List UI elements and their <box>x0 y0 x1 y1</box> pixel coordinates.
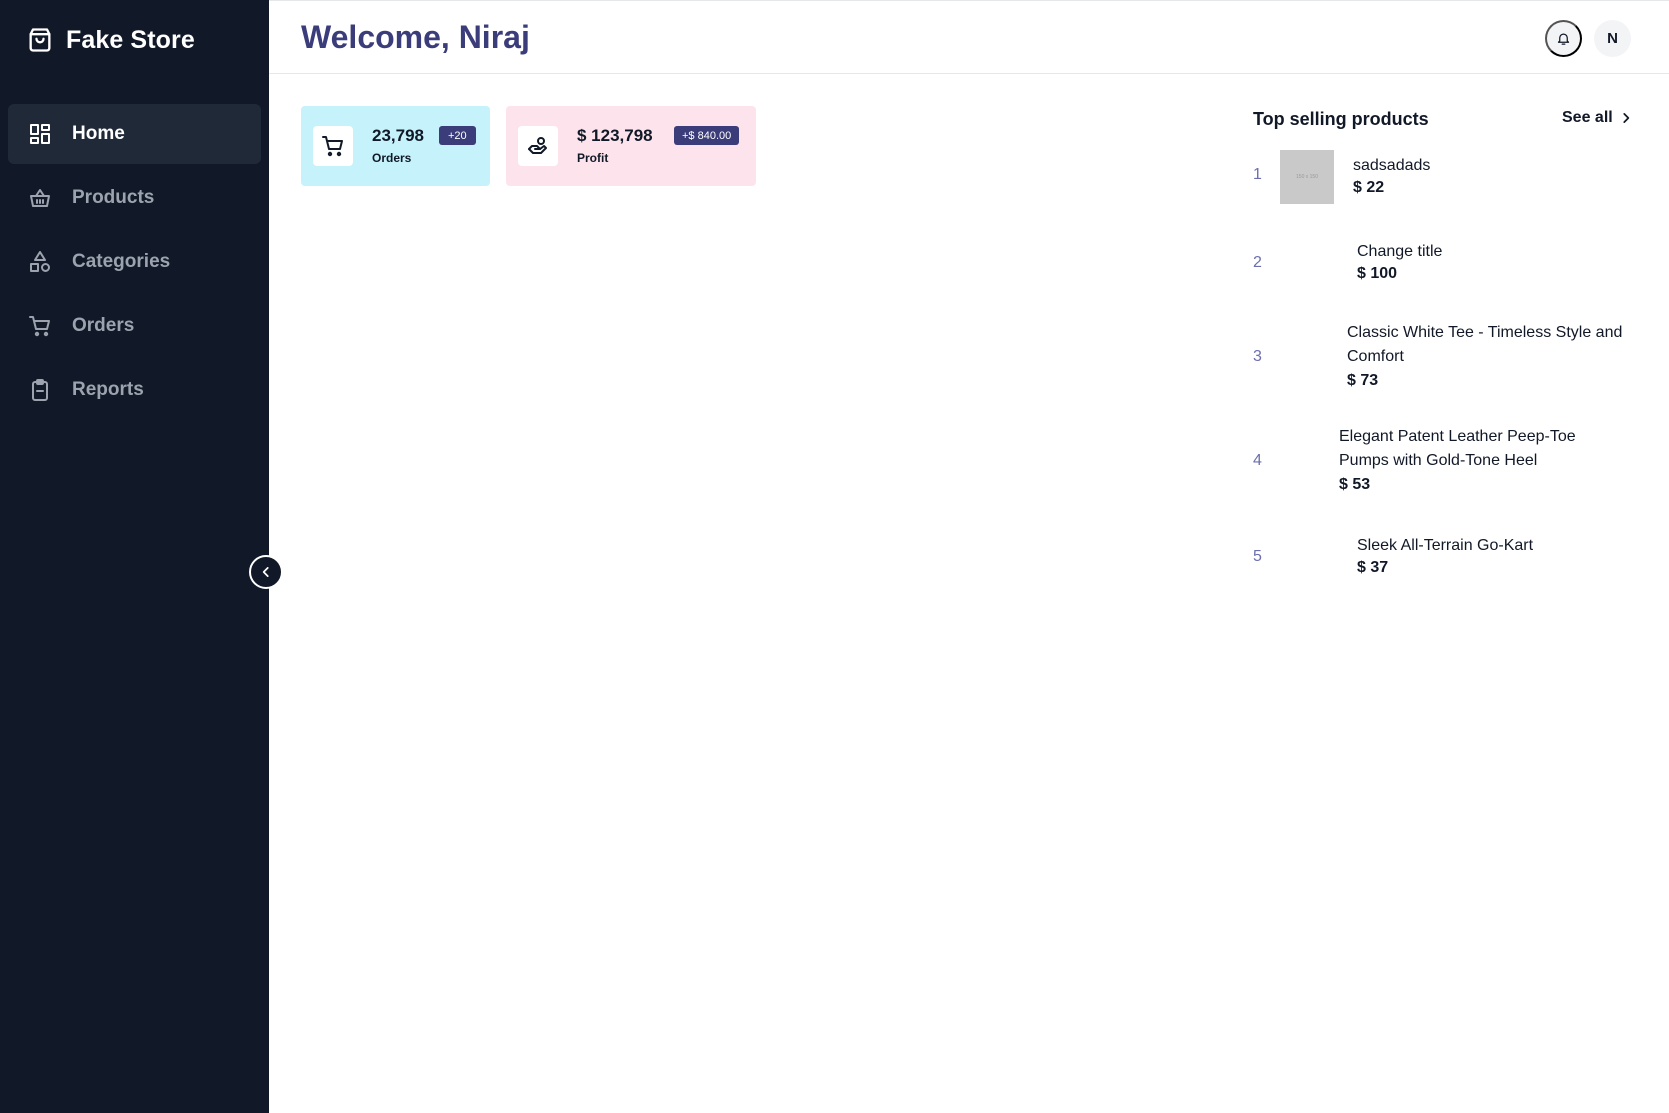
grid-icon <box>30 124 50 144</box>
cart-icon <box>322 136 343 157</box>
product-name: Classic White Tee - Timeless Style and C… <box>1347 324 1623 365</box>
chevron-left-icon <box>262 567 269 577</box>
orders-badge: +20 <box>439 126 476 145</box>
orders-label: Orders <box>372 151 412 165</box>
product-rank: 3 <box>1253 348 1262 365</box>
welcome-text: Welcome, <box>301 19 450 55</box>
list-item[interactable]: 2 Change title $ 100 <box>1253 238 1633 288</box>
top-selling-title: Top selling products <box>1253 109 1429 129</box>
profit-label: Profit <box>577 151 609 165</box>
sidebar-item-categories[interactable]: Categories <box>8 232 261 292</box>
product-rank: 5 <box>1253 548 1262 565</box>
product-name: sadsadads <box>1353 157 1431 174</box>
sidebar-item-label: Reports <box>72 379 144 400</box>
list-item[interactable]: 1 150 x 150 sadsadads $ 22 <box>1253 150 1633 204</box>
product-price: $ 73 <box>1347 372 1379 389</box>
profit-value: $ 123,798 <box>577 126 653 145</box>
sidebar-item-reports[interactable]: Reports <box>8 360 261 420</box>
product-price: $ 37 <box>1357 559 1389 576</box>
page-title: Welcome, Niraj <box>301 19 530 56</box>
see-all-label: See all <box>1562 109 1613 126</box>
sidebar-item-label: Orders <box>72 315 135 336</box>
sidebar-item-home[interactable]: Home <box>8 104 261 164</box>
sidebar-nav: Home Products Categories Orders Reports <box>8 104 261 424</box>
brand-name: Fake Store <box>66 25 195 54</box>
sidebar: Fake Store Home Products Categories Orde… <box>0 0 269 1113</box>
shopping-bag-icon <box>29 28 51 52</box>
orders-card-icon-box <box>313 126 353 166</box>
orders-stat-card: 23,798 Orders <box>301 106 490 186</box>
product-price: $ 100 <box>1357 265 1398 282</box>
profit-stat-card: $ 123,798 Profit <box>506 106 756 186</box>
product-price: $ 22 <box>1353 179 1385 196</box>
hand-coin-icon <box>528 137 547 154</box>
basket-icon <box>30 189 50 207</box>
top-header: Welcome, Niraj N <box>269 0 1669 74</box>
product-name: Sleek All-Terrain Go-Kart <box>1357 537 1534 554</box>
shapes-icon <box>30 251 50 272</box>
profit-badge: +$ 840.00 <box>674 126 740 145</box>
product-name: Elegant Patent Leather Peep-Toe Pumps wi… <box>1339 428 1576 469</box>
orders-value: 23,798 <box>372 126 424 145</box>
list-item[interactable]: 4 Elegant Patent Leather Peep-Toe Pumps … <box>1253 425 1633 499</box>
product-name: Change title <box>1357 243 1443 260</box>
product-price: $ 53 <box>1339 476 1371 493</box>
bell-icon <box>1557 33 1570 45</box>
cart-icon <box>29 316 50 337</box>
user-name: Niraj <box>458 19 530 55</box>
product-rank: 4 <box>1253 452 1262 469</box>
product-thumbnail: 150 x 150 <box>1280 150 1334 204</box>
app: Fake Store Home Products Categories Orde… <box>0 0 1669 1113</box>
list-item[interactable]: 3 Classic White Tee - Timeless Style and… <box>1253 321 1633 395</box>
sidebar-item-orders[interactable]: Orders <box>8 296 261 356</box>
chevron-right-icon <box>1623 113 1629 123</box>
sidebar-item-label: Home <box>72 123 125 144</box>
notifications-button[interactable] <box>1545 20 1582 57</box>
sidebar-item-products[interactable]: Products <box>8 168 261 228</box>
sidebar-collapse-button[interactable] <box>249 555 283 589</box>
see-all-link[interactable]: See all <box>1562 109 1633 127</box>
brand[interactable]: Fake Store <box>26 22 195 58</box>
product-rank: 1 <box>1253 166 1262 183</box>
thumbnail-placeholder-text: 150 x 150 <box>1296 174 1318 180</box>
profit-card-icon-box <box>518 126 558 166</box>
list-item[interactable]: 5 Sleek All-Terrain Go-Kart $ 37 <box>1253 534 1633 584</box>
avatar[interactable]: N <box>1594 20 1631 57</box>
product-rank: 2 <box>1253 254 1262 271</box>
sidebar-item-label: Categories <box>72 251 171 272</box>
clipboard-icon <box>32 379 48 401</box>
sidebar-item-label: Products <box>72 187 155 208</box>
